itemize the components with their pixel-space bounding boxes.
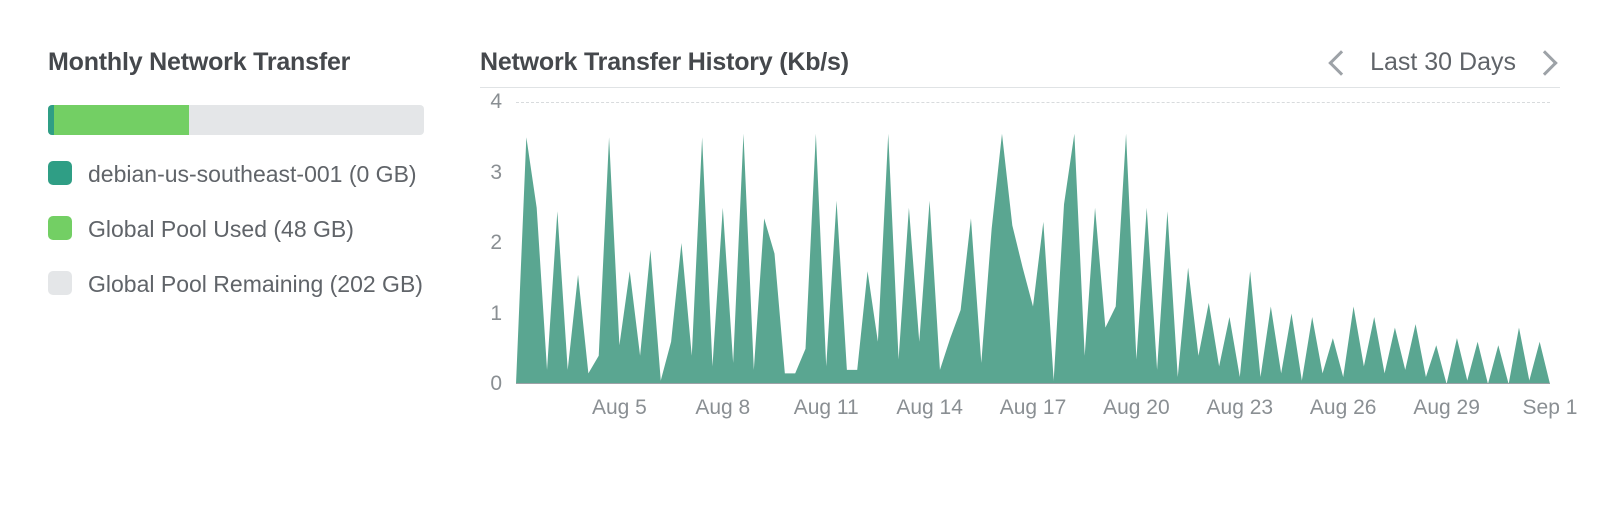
legend-swatch	[48, 271, 72, 295]
legend-swatch	[48, 216, 72, 240]
plot-area	[516, 102, 1550, 384]
x-tick-label: Aug 11	[794, 396, 859, 420]
legend-item: Global Pool Remaining (202 GB)	[48, 269, 424, 300]
panel-title: Monthly Network Transfer	[48, 48, 424, 77]
area-path	[516, 102, 1550, 384]
usage-bar-global-segment	[54, 105, 189, 135]
x-axis-line	[516, 383, 1550, 384]
monthly-transfer-panel: Monthly Network Transfer debian-us-south…	[48, 48, 424, 424]
x-tick-label: Aug 29	[1413, 396, 1480, 420]
y-tick-label: 0	[490, 372, 502, 396]
x-axis-labels: Aug 5 Aug 8 Aug 11 Aug 14 Aug 17 Aug 20 Aug 23…	[516, 390, 1550, 424]
y-tick-label: 1	[490, 302, 502, 326]
y-tick-label: 3	[490, 161, 502, 185]
legend: debian-us-southeast-001 (0 GB) Global Poo…	[48, 159, 424, 300]
usage-bar	[48, 105, 424, 135]
x-tick-label: Sep 1	[1523, 396, 1578, 420]
range-label: Last 30 Days	[1370, 48, 1516, 77]
x-tick-label: Aug 20	[1103, 396, 1170, 420]
x-tick-label: Aug 8	[695, 396, 750, 420]
y-tick-label: 4	[490, 90, 502, 114]
legend-label: debian-us-southeast-001 (0 GB)	[88, 159, 417, 190]
chevron-right-icon	[1532, 50, 1557, 75]
legend-swatch	[48, 161, 72, 185]
range-next-button[interactable]	[1530, 50, 1560, 76]
chart-title: Network Transfer History (Kb/s)	[480, 48, 849, 77]
legend-label: Global Pool Remaining (202 GB)	[88, 269, 423, 300]
range-selector: Last 30 Days	[1326, 48, 1560, 77]
legend-item: debian-us-southeast-001 (0 GB)	[48, 159, 424, 190]
x-tick-label: Aug 17	[1000, 396, 1067, 420]
y-axis-labels: 01234	[480, 102, 508, 384]
x-tick-label: Aug 23	[1207, 396, 1274, 420]
chart: 01234 Aug 5Aug 8Aug 11Aug 14Aug 17Aug 20…	[480, 94, 1560, 424]
range-prev-button[interactable]	[1326, 50, 1356, 76]
history-panel: Network Transfer History (Kb/s) Last 30 …	[480, 48, 1560, 424]
y-tick-label: 2	[490, 231, 502, 255]
x-tick-label: Aug 14	[896, 396, 963, 420]
legend-label: Global Pool Used (48 GB)	[88, 214, 354, 245]
x-tick-label: Aug 26	[1310, 396, 1377, 420]
legend-item: Global Pool Used (48 GB)	[48, 214, 424, 245]
chevron-left-icon	[1328, 50, 1353, 75]
x-tick-label: Aug 5	[592, 396, 647, 420]
